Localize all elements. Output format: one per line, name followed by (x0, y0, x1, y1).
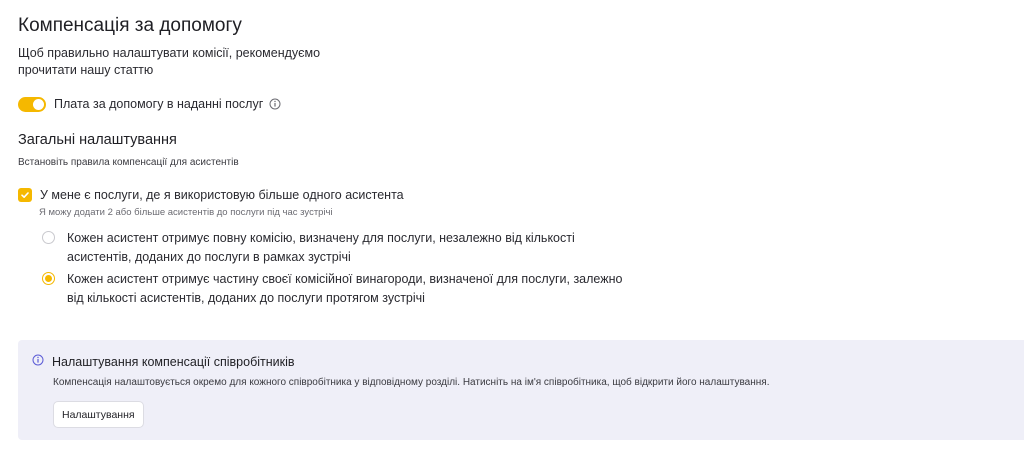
partial-commission-radio[interactable] (42, 272, 55, 285)
info-icon (32, 353, 44, 371)
multi-assistant-label: У мене є послуги, де я використовую біль… (40, 188, 404, 202)
assist-fee-toggle-row: Плата за допомогу в наданні послуг (18, 95, 281, 113)
full-commission-label: Кожен асистент отримує повну комісію, ви… (67, 231, 575, 264)
full-commission-radio[interactable] (42, 231, 55, 244)
toggle-knob (33, 98, 44, 110)
multi-assistant-checkbox[interactable] (18, 188, 32, 202)
multi-assistant-option: У мене є послуги, де я використовую біль… (18, 187, 404, 219)
info-icon[interactable] (269, 98, 281, 110)
info-box-title: Налаштування компенсації співробітників (52, 355, 295, 369)
employee-compensation-info-box: Налаштування компенсації співробітників … (18, 340, 1024, 440)
assist-fee-toggle[interactable] (18, 96, 46, 112)
checkmark-icon (21, 192, 29, 198)
multi-assistant-hint: Я можу додати 2 або більше асистентів до… (39, 207, 333, 218)
page: Компенсація за допомогу Щоб правильно на… (0, 0, 1024, 457)
partial-commission-label: Кожен асистент отримує частину своєї ком… (67, 272, 623, 305)
general-settings-title: Загальні налаштування (18, 132, 177, 148)
general-settings-subtitle: Встановіть правила компенсації для асист… (18, 157, 239, 168)
info-box-text: Компенсація налаштовується окремо для ко… (53, 377, 770, 388)
info-box-header: Налаштування компенсації співробітників (32, 353, 295, 371)
settings-button[interactable]: Налаштування (53, 401, 144, 428)
assist-fee-toggle-label: Плата за допомогу в наданні послуг (54, 97, 264, 111)
radio-option-full-commission: Кожен асистент отримує повну комісію, ви… (42, 229, 627, 267)
intro-text: Щоб правильно налаштувати комісії, реком… (18, 46, 321, 77)
radio-option-partial-commission: Кожен асистент отримує частину своєї ком… (42, 270, 627, 308)
page-title: Компенсація за допомогу (18, 15, 242, 36)
